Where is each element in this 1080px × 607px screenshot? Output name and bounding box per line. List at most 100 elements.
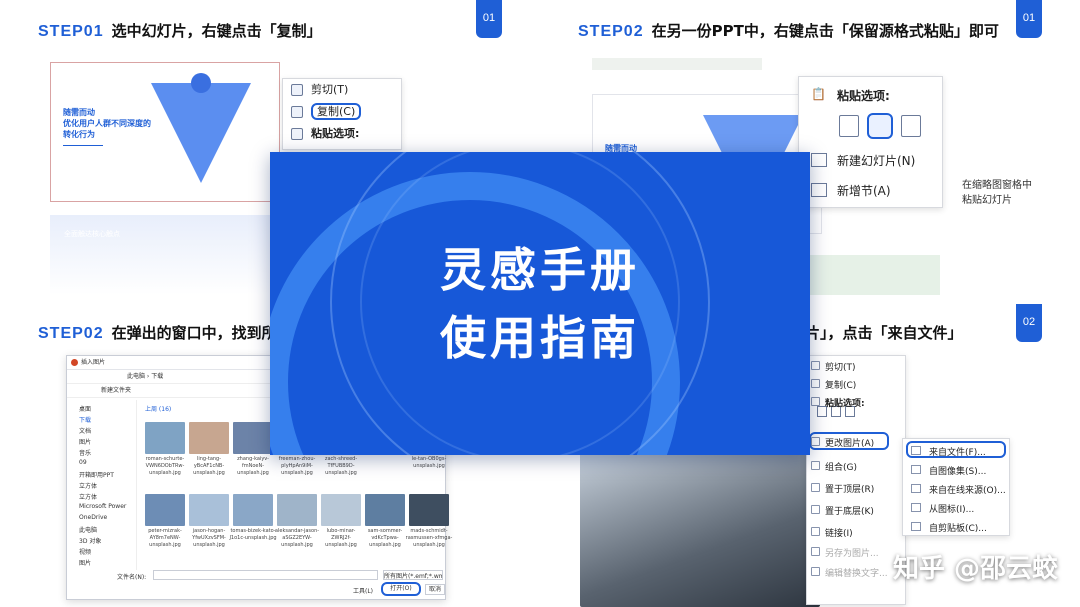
user-icon bbox=[191, 73, 211, 93]
sidebar-item[interactable]: 3D 对象 bbox=[79, 536, 101, 545]
menu-item-icon bbox=[811, 361, 820, 370]
scissors-icon bbox=[291, 84, 303, 96]
menu-item[interactable]: 编辑替换文字... bbox=[825, 566, 888, 579]
filename-label: 文件名(N): bbox=[117, 574, 147, 581]
menu-item-paste-options: 粘贴选项: bbox=[283, 123, 401, 145]
clipboard-icon bbox=[291, 128, 303, 140]
change-picture-highlight[interactable] bbox=[809, 432, 889, 450]
file-name: sam-sommer-vdKcTpwa-unsplash.jpg bbox=[367, 528, 403, 548]
cancel-button[interactable]: 取消 bbox=[425, 584, 445, 595]
submenu-item-icon bbox=[911, 465, 921, 474]
step-tag: 01 bbox=[1016, 0, 1042, 38]
file-name: ling-tang-yBcAF1cNB-unsplash.jpg bbox=[193, 456, 225, 476]
submenu-item[interactable]: 自剪贴板(C)... bbox=[929, 521, 987, 534]
step-text: 在弹出的窗口中，找到所 bbox=[111, 324, 277, 342]
menu-item-icon bbox=[811, 397, 820, 406]
nav-sidebar: 桌面 下载 文档 图片 音乐 09 开箱即用PPT 立方体 立方体 Microsoft Power… bbox=[67, 400, 137, 570]
menu-item[interactable]: 置于顶层(R) bbox=[825, 482, 874, 495]
file-thumbnail[interactable] bbox=[145, 494, 185, 526]
menu-item[interactable]: 剪切(T) bbox=[825, 360, 856, 373]
slide-thumbnail-2[interactable]: 全面触达核心触点 bbox=[50, 215, 280, 295]
from-file-highlight[interactable] bbox=[906, 441, 1006, 458]
menu-item-icon bbox=[811, 547, 820, 556]
submenu-item[interactable]: 自图像集(S)... bbox=[929, 464, 986, 477]
copy-icon bbox=[291, 106, 303, 118]
file-thumbnail[interactable] bbox=[365, 494, 405, 526]
tools-menu[interactable]: 工具(L) bbox=[353, 586, 373, 595]
menu-item-cut[interactable]: 剪切(T) bbox=[283, 79, 401, 101]
sidebar-item[interactable]: 音乐 bbox=[79, 448, 91, 457]
menu-item-icon bbox=[811, 505, 820, 514]
change-picture-submenu: 来自文件(F)... 自图像集(S)... 来自在线来源(O)... 从图标(I)..… bbox=[902, 438, 1010, 536]
picture-context-menu: 剪切(T) 复制(C) 粘贴选项: 更改图片(A) 组合(G) 置于顶层(R) 置于底层(K… bbox=[806, 355, 906, 605]
slide-thumbnail[interactable]: 随需而动 优化用户人群不同深度的转化行为 bbox=[50, 62, 280, 202]
file-name: zach-shreed-TfFUBB9D-unsplash.jpg bbox=[324, 456, 358, 476]
open-button[interactable]: 打开(O) bbox=[381, 582, 421, 596]
submenu-item[interactable]: 从图标(I)... bbox=[929, 502, 974, 515]
file-name: mads-schmidt-rasmussen-xfmga-unsplash.jp… bbox=[405, 528, 453, 548]
menu-item-copy[interactable]: 复制(C) bbox=[283, 101, 401, 123]
sidebar-item[interactable]: 文档 bbox=[79, 426, 91, 435]
menu-item[interactable]: 另存为图片... bbox=[825, 546, 879, 559]
paste-picture-icon[interactable] bbox=[901, 115, 921, 137]
sidebar-item[interactable]: 此电脑 bbox=[79, 525, 97, 534]
submenu-item[interactable]: 来自在线来源(O)... bbox=[929, 483, 1006, 496]
sidebar-item[interactable]: 立方体 bbox=[79, 492, 97, 501]
context-menu: 剪切(T) 复制(C) 粘贴选项: bbox=[282, 78, 402, 150]
sidebar-item[interactable]: 下载 bbox=[79, 415, 91, 424]
menu-item[interactable]: 组合(G) bbox=[825, 460, 857, 473]
file-name: peter-mizrak-AY8m7eNW-unsplash.jpg bbox=[148, 528, 182, 548]
slide-strip bbox=[592, 58, 762, 70]
file-thumbnail[interactable] bbox=[321, 494, 361, 526]
submenu-item-icon bbox=[911, 484, 921, 493]
file-name: jason-hogan-YfwUXzvSFM-unsplash.jpg bbox=[192, 528, 226, 548]
file-thumbnail[interactable] bbox=[145, 422, 185, 454]
step-heading: STEP01 选中幻灯片，右键点击「复制」 bbox=[38, 20, 322, 41]
step-heading: STEP02 在另一份PPT中，右键点击「保留源格式粘贴」即可 bbox=[578, 20, 999, 41]
section-heading: 上周 (16) bbox=[145, 406, 172, 413]
file-thumbnail[interactable] bbox=[189, 422, 229, 454]
file-name: freeman-zhou-plyHpAn9iM-unsplash.jpg bbox=[278, 456, 316, 476]
sidebar-item[interactable]: 图片 bbox=[79, 437, 91, 446]
menu-item-icon bbox=[811, 379, 820, 388]
file-type-select[interactable]: 所有图片(*.emf;*.wmf;*.jpg;*.j bbox=[383, 570, 443, 580]
step-heading: 片」，点击「来自文件」 bbox=[805, 322, 963, 343]
submenu-item-icon bbox=[911, 503, 921, 512]
office-photo[interactable] bbox=[580, 450, 820, 607]
step-text: 片」，点击「来自文件」 bbox=[805, 324, 963, 342]
paste-destination-icon[interactable] bbox=[839, 115, 859, 137]
step-number: STEP01 bbox=[38, 23, 104, 40]
slide-footer-text: 全面触达核心触点 bbox=[64, 230, 120, 238]
file-thumbnail[interactable] bbox=[409, 494, 449, 526]
side-note: 在缩略图窗格中 粘贴幻灯片 bbox=[962, 180, 1032, 206]
sidebar-item[interactable]: Microsoft Power bbox=[79, 503, 126, 510]
sidebar-item[interactable]: 立方体 bbox=[79, 481, 97, 490]
sidebar-item[interactable]: OneDrive bbox=[79, 514, 107, 521]
file-thumbnail[interactable] bbox=[233, 494, 273, 526]
step-number: STEP02 bbox=[38, 325, 104, 342]
clipboard-icon: 📋 bbox=[811, 87, 826, 101]
file-thumbnail[interactable] bbox=[233, 422, 273, 454]
sidebar-item[interactable]: 09 bbox=[79, 459, 87, 466]
sidebar-item[interactable]: 桌面 bbox=[79, 404, 91, 413]
sidebar-item[interactable]: 图片 bbox=[79, 558, 91, 567]
file-name: roman-schurte-VWN6DObTRw-unsplash.jpg bbox=[145, 456, 185, 476]
menu-item-new-slide[interactable]: 新建幻灯片(N) bbox=[837, 152, 915, 169]
menu-item[interactable]: 置于底层(K) bbox=[825, 504, 874, 517]
menu-item-icon bbox=[811, 527, 820, 536]
menu-item-icon bbox=[811, 567, 820, 576]
step-number: STEP02 bbox=[578, 23, 644, 40]
keep-source-format-icon[interactable] bbox=[867, 113, 893, 139]
menu-item[interactable]: 复制(C) bbox=[825, 378, 856, 391]
file-name: tomas-bizek-kato-J1o1c-unsplash.jpg bbox=[229, 528, 277, 541]
new-folder-button[interactable]: 新建文件夹 bbox=[101, 387, 131, 394]
menu-item: 粘贴选项: bbox=[825, 399, 865, 409]
file-thumbnail[interactable] bbox=[189, 494, 229, 526]
sidebar-item[interactable]: 视频 bbox=[79, 547, 91, 556]
file-name: zhang-kaiyv-fmNoeN-unsplash.jpg bbox=[237, 456, 269, 476]
menu-item-new-section[interactable]: 新增节(A) bbox=[837, 182, 891, 199]
file-thumbnail[interactable] bbox=[277, 494, 317, 526]
filename-field[interactable] bbox=[153, 570, 378, 580]
menu-item[interactable]: 链接(I) bbox=[825, 526, 853, 539]
sidebar-item[interactable]: 开箱即用PPT bbox=[79, 470, 114, 479]
